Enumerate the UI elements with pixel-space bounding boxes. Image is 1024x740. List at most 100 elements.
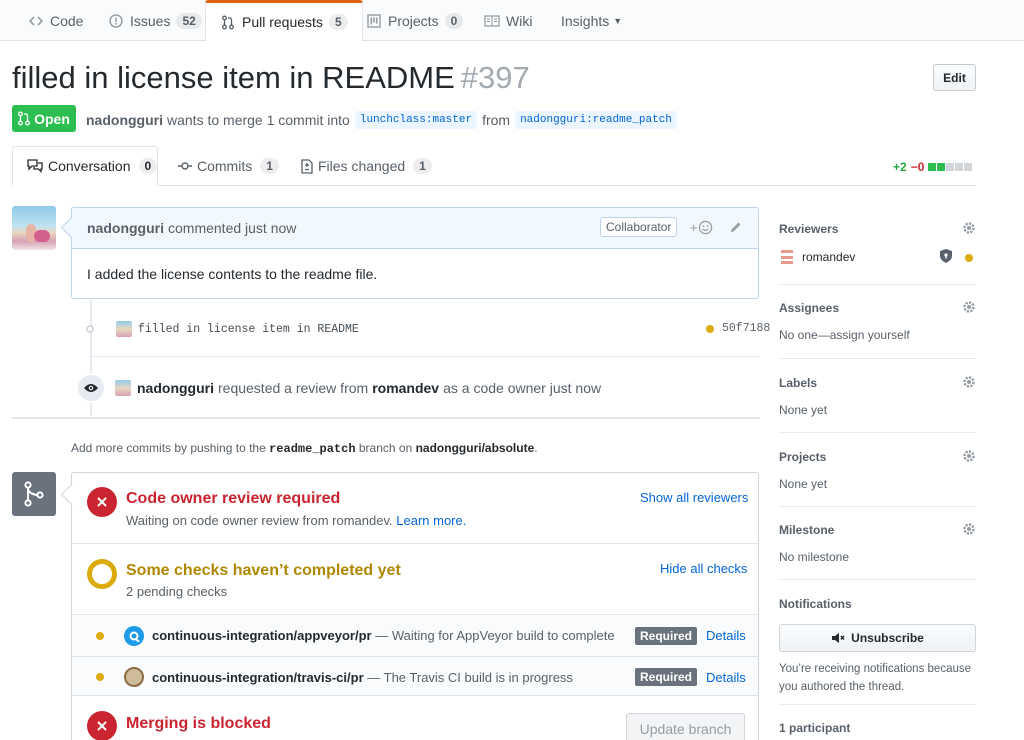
sidebar-assignees: Assignees No one—assign yourself	[779, 301, 976, 342]
gear-icon[interactable]	[962, 522, 976, 539]
head-branch[interactable]: nadongguri:readme_patch	[515, 111, 677, 129]
tab-commits[interactable]: Commits 1	[178, 146, 279, 186]
gear-icon[interactable]	[962, 449, 976, 466]
check-row: continuous-integration/travis-ci/pr — Th…	[72, 656, 758, 697]
gear-icon[interactable]	[962, 300, 976, 317]
pr-title: filled in license item in README #397	[12, 60, 530, 96]
push-repo-link[interactable]: nadongguri/absolute	[416, 441, 535, 455]
avatar[interactable]	[12, 206, 56, 250]
unsubscribe-button[interactable]: Unsubscribe	[779, 624, 976, 652]
reviewer-link[interactable]: romandev	[372, 380, 439, 396]
assignees-value[interactable]: No one—assign yourself	[779, 328, 976, 342]
tab-count: 1	[413, 158, 432, 174]
sidebar-heading: 1 participant	[779, 721, 851, 735]
diffstat-block	[946, 163, 955, 171]
tab-label: Issues	[130, 12, 171, 29]
eye-icon	[76, 373, 106, 403]
sidebar-heading: Notifications	[779, 597, 852, 611]
comment-body: I added the license contents to the read…	[87, 266, 378, 282]
diffstat-block	[937, 163, 946, 171]
divider	[779, 506, 976, 507]
issue-icon	[108, 13, 124, 29]
check-desc: — The Travis CI build is in progress	[367, 669, 573, 685]
tab-pull-requests[interactable]: Pull requests 5	[205, 0, 363, 42]
push-note-middle: branch on	[358, 441, 413, 455]
diff-additions: +2	[893, 160, 907, 174]
from-text: from	[482, 112, 511, 128]
learn-more-link[interactable]: Learn more.	[396, 513, 466, 528]
update-branch-button[interactable]: Update branch	[626, 713, 745, 740]
actor-link[interactable]: nadongguri	[137, 380, 214, 396]
labels-value: None yet	[779, 403, 828, 417]
sidebar-heading[interactable]: Reviewers	[779, 222, 976, 236]
details-link[interactable]: Details	[706, 628, 746, 643]
sidebar-heading[interactable]: Assignees	[779, 301, 976, 315]
sidebar-heading[interactable]: Labels	[779, 376, 976, 390]
tab-conversation[interactable]: Conversation 0	[12, 146, 158, 186]
tab-insights[interactable]: Insights ▼	[561, 0, 622, 41]
smiley-icon	[698, 220, 712, 235]
tab-projects[interactable]: Projects 0	[366, 0, 464, 41]
author-link[interactable]: nadongguri	[86, 112, 163, 128]
milestone-value: No milestone	[779, 550, 850, 564]
repo-nav: Code Issues 52 Pull requests 5 Projects …	[0, 0, 1024, 42]
git-merge-icon	[12, 472, 56, 516]
pull-request-icon	[220, 14, 236, 30]
details-link[interactable]: Details	[706, 670, 746, 685]
notification-reason: You’re receiving notifications because y…	[779, 663, 972, 693]
tab-label: Pull requests	[242, 14, 323, 30]
book-icon	[484, 13, 500, 29]
sidebar-milestone: Milestone No milestone	[779, 523, 976, 564]
checks-list: continuous-integration/appveyor/pr — Wai…	[72, 614, 758, 696]
reviewer-name[interactable]: romandev	[802, 250, 855, 264]
commit-sha[interactable]: 50f7188	[706, 322, 770, 335]
event-text: requested a review from	[218, 380, 369, 396]
pending-status-icon[interactable]	[706, 324, 714, 333]
divider	[72, 543, 758, 544]
tab-issues[interactable]: Issues 52	[108, 0, 202, 41]
state-badge-open: Open	[12, 105, 76, 132]
comment-author[interactable]: nadongguri	[87, 220, 164, 236]
divider	[779, 432, 976, 433]
review-status-title: Code owner review required	[126, 490, 341, 507]
edit-button[interactable]: Edit	[933, 64, 976, 91]
collaborator-badge: Collaborator	[600, 217, 678, 237]
commit-message[interactable]: filled in license item in README	[138, 323, 359, 336]
projects-value: None yet	[779, 477, 828, 491]
pending-review-icon	[965, 254, 973, 262]
check-text: continuous-integration/travis-ci/pr — Th…	[152, 670, 573, 685]
divider	[12, 417, 760, 419]
tab-count: 0	[138, 158, 158, 174]
pencil-icon[interactable]	[729, 220, 743, 237]
check-desc: — Waiting for AppVeyor build to complete	[375, 628, 615, 643]
tab-code[interactable]: Code	[28, 0, 83, 41]
avatar[interactable]	[115, 380, 131, 396]
checks-status-title: Some checks haven’t completed yet	[126, 562, 401, 579]
check-name: continuous-integration/appveyor/pr	[152, 628, 372, 643]
pull-requests-count: 5	[328, 14, 348, 30]
hide-all-checks-link[interactable]: Hide all checks	[660, 561, 747, 576]
tab-wiki[interactable]: Wiki	[484, 0, 532, 41]
push-branch: readme_patch	[269, 442, 356, 456]
file-diff-icon	[301, 158, 313, 174]
show-all-reviewers-link[interactable]: Show all reviewers	[640, 490, 748, 505]
diffstat-block	[955, 163, 964, 171]
avatar[interactable]	[779, 249, 795, 265]
divider	[779, 579, 976, 580]
gear-icon[interactable]	[962, 375, 976, 392]
comment-action: commented just now	[168, 220, 297, 236]
shield-icon	[940, 249, 952, 266]
base-branch[interactable]: lunchclass:master	[354, 111, 478, 129]
divider	[779, 284, 976, 285]
tab-files-changed[interactable]: Files changed 1	[301, 146, 432, 186]
sidebar-heading[interactable]: Milestone	[779, 523, 976, 537]
sidebar-labels: Labels None yet	[779, 376, 976, 417]
avatar[interactable]	[116, 321, 132, 337]
commit-row: filled in license item in README 50f7188	[84, 318, 770, 340]
pending-status-icon	[96, 673, 104, 681]
gear-icon[interactable]	[962, 221, 976, 238]
diffstat-block	[964, 163, 973, 171]
sidebar-heading[interactable]: Projects	[779, 450, 976, 464]
tab-label: Commits	[197, 158, 253, 174]
add-reaction-button[interactable]: +	[690, 220, 713, 235]
